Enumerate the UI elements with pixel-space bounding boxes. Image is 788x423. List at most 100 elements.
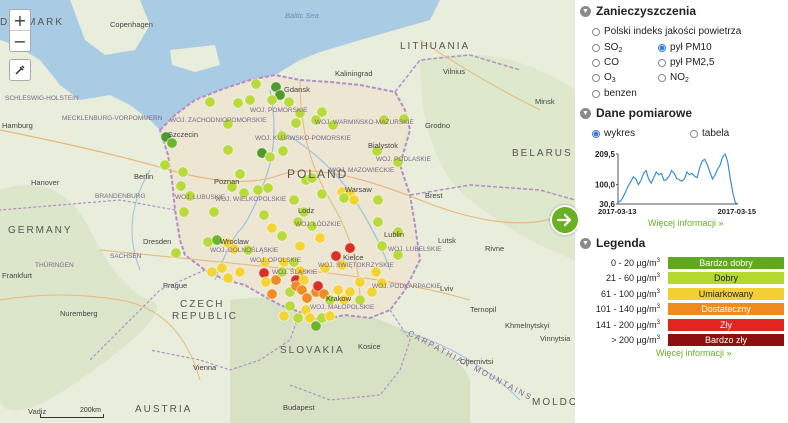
city-label: Minsk (535, 97, 555, 106)
radio-index[interactable]: Polski indeks jakości powietrza (592, 26, 741, 37)
station-marker[interactable] (260, 276, 272, 288)
station-marker[interactable] (177, 166, 189, 178)
radio-pm10[interactable]: pył PM10 (658, 42, 712, 53)
radio-table-view[interactable]: tabela (690, 128, 729, 139)
region-label: WOJ. MAŁOPOLSKIE (310, 304, 375, 311)
station-marker[interactable] (232, 97, 244, 109)
measurements-section-header[interactable]: ▼ Dane pomiarowe (580, 106, 692, 120)
city-label: Lutsk (438, 236, 456, 245)
region-label: WOJ. ZACHODNIOPOMORSKIE (170, 117, 267, 124)
station-marker[interactable] (244, 94, 256, 106)
station-marker[interactable] (348, 194, 360, 206)
radio-co[interactable]: CO (592, 57, 619, 68)
station-marker[interactable] (316, 106, 328, 118)
station-marker[interactable] (264, 151, 276, 163)
radio-benzen[interactable]: benzen (592, 88, 637, 99)
zoom-in-button[interactable]: + (10, 10, 30, 30)
expand-panel-button[interactable] (550, 205, 580, 235)
station-marker[interactable] (206, 266, 218, 278)
radio-label: Polski indeks jakości powietrza (604, 26, 742, 37)
arrow-right-icon (557, 213, 572, 227)
station-marker[interactable] (294, 240, 306, 252)
region-label: WOJ. ŚLĄSKIE (272, 269, 318, 276)
radio-circle-selected (658, 43, 666, 52)
station-marker[interactable] (376, 240, 388, 252)
city-label: Brest (425, 191, 443, 200)
scale-label: 200km (80, 407, 102, 414)
station-marker[interactable] (216, 262, 228, 274)
station-marker[interactable] (266, 222, 278, 234)
station-marker[interactable] (250, 78, 262, 90)
station-marker[interactable] (290, 117, 302, 129)
station-marker[interactable] (372, 216, 384, 228)
city-label: Wroclaw (220, 237, 249, 246)
country-label: BELARUS (512, 148, 573, 159)
station-marker[interactable] (330, 250, 342, 262)
station-marker[interactable] (344, 242, 356, 254)
pipette-icon[interactable] (10, 60, 30, 80)
radio-label: CO (604, 57, 619, 68)
station-marker[interactable] (252, 184, 264, 196)
station-marker[interactable] (222, 272, 234, 284)
radio-label: SO2 (604, 42, 623, 54)
station-marker[interactable] (316, 188, 328, 200)
legend-range: 101 - 140 µg/m3 (595, 304, 660, 314)
station-marker[interactable] (276, 230, 288, 242)
station-marker[interactable] (284, 300, 296, 312)
station-marker[interactable] (288, 194, 300, 206)
station-marker[interactable] (258, 209, 270, 221)
pollutants-section-header[interactable]: ▼ Zanieczyszczenia (580, 4, 696, 18)
map-view[interactable]: DENMARK LITHUANIA BELARUS POLAND GERMANY… (0, 0, 575, 423)
region-label: WOJ. KUJAWSKO-POMORSKIE (255, 135, 351, 142)
station-marker[interactable] (266, 288, 278, 300)
station-marker[interactable] (262, 182, 274, 194)
legend-more-info-link[interactable]: Więcej informacji » (656, 348, 732, 358)
country-label: GERMANY (8, 225, 73, 236)
zoom-out-button[interactable]: − (10, 30, 30, 51)
station-marker[interactable] (178, 206, 190, 218)
station-marker[interactable] (175, 180, 187, 192)
station-marker[interactable] (324, 310, 336, 322)
station-marker[interactable] (266, 94, 278, 106)
country-label: MOLDO (532, 397, 575, 408)
radio-o3[interactable]: O3 (592, 72, 616, 84)
attribution-text: Vadiz (28, 407, 47, 416)
station-marker[interactable] (208, 206, 220, 218)
station-marker[interactable] (283, 96, 295, 108)
station-marker[interactable] (222, 144, 234, 156)
station-marker[interactable] (372, 194, 384, 206)
chevron-down-icon: ▼ (580, 107, 591, 119)
city-label: Kaliningrad (335, 69, 373, 78)
radio-circle (592, 74, 600, 82)
station-marker[interactable] (338, 192, 350, 204)
region-label: WOJ. PODKARPACKIE (372, 283, 441, 290)
station-marker[interactable] (277, 145, 289, 157)
radio-pm25[interactable]: pył PM2,5 (658, 57, 714, 68)
radio-label: O3 (604, 72, 616, 84)
station-marker[interactable] (204, 96, 216, 108)
station-marker[interactable] (301, 292, 313, 304)
station-marker[interactable] (159, 159, 171, 171)
station-marker[interactable] (354, 276, 366, 288)
radio-no2[interactable]: NO2 (658, 72, 689, 84)
city-label: Lviv (440, 284, 454, 293)
measurements-more-info-link[interactable]: Więcej informacji » (648, 218, 724, 228)
legend-swatch: Dostateczny (668, 303, 784, 315)
measure-tool[interactable] (9, 59, 31, 81)
station-marker[interactable] (234, 266, 246, 278)
radio-circle (690, 129, 698, 138)
station-marker[interactable] (202, 236, 214, 248)
radio-so2[interactable]: SO2 (592, 42, 622, 54)
station-marker[interactable] (292, 312, 304, 324)
station-marker[interactable] (258, 267, 270, 279)
station-marker[interactable] (170, 247, 182, 259)
radio-chart-view[interactable]: wykres (592, 128, 635, 139)
station-marker[interactable] (278, 310, 290, 322)
station-marker[interactable] (314, 232, 326, 244)
radio-circle (658, 74, 666, 82)
station-marker[interactable] (166, 137, 178, 149)
legend-section-header[interactable]: ▼ Legenda (580, 236, 645, 250)
chevron-down-icon: ▼ (580, 237, 591, 249)
city-label: Budapest (283, 403, 315, 412)
radio-label: NO2 (670, 72, 689, 84)
